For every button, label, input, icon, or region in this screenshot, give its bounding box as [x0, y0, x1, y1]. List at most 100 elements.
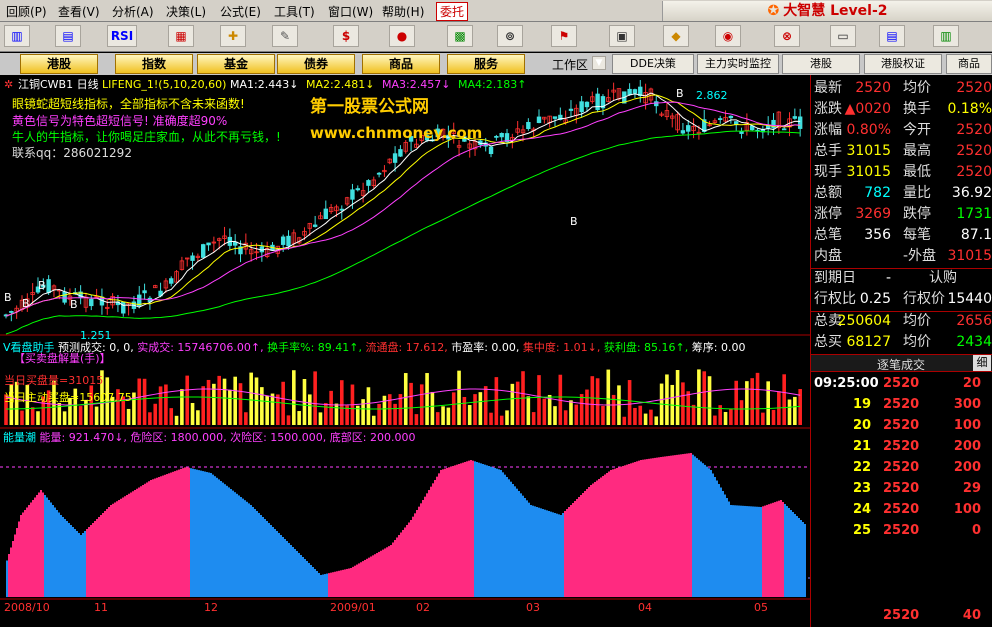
crosshair-icon[interactable]: ✚	[220, 25, 246, 47]
energy-bar	[488, 466, 490, 597]
energy-bar	[656, 457, 658, 597]
books-icon[interactable]: ▥	[933, 25, 959, 47]
energy-bar	[582, 493, 584, 597]
energy-bar	[228, 487, 230, 597]
energy-bar	[410, 520, 412, 597]
rsi-button[interactable]: RSI	[107, 25, 137, 47]
diamond-icon[interactable]: ◆	[663, 25, 689, 47]
energy-bar	[554, 513, 556, 597]
energy-bar	[514, 486, 516, 597]
energy-bar	[158, 477, 160, 597]
nav-index[interactable]: 指数	[115, 54, 193, 74]
energy-bar	[34, 497, 36, 597]
nav-dde[interactable]: DDE决策	[612, 54, 694, 74]
volume-bar	[537, 375, 541, 425]
energy-bar	[184, 467, 186, 597]
energy-bar	[774, 502, 776, 597]
ma1-label: MA1:2.443↓	[230, 78, 299, 91]
nav-service[interactable]: 服务	[447, 54, 525, 74]
energy-bar	[344, 569, 346, 597]
energy-bar	[476, 462, 478, 597]
vol-sub-title: 【买卖盘解量(手)】	[14, 352, 111, 365]
energy-bar	[378, 551, 380, 597]
energy-bar	[398, 535, 400, 597]
nav-hk-stock[interactable]: 港股	[20, 54, 98, 74]
energy-bar	[404, 527, 406, 597]
energy-bar	[680, 454, 682, 597]
grid-icon[interactable]: ▩	[447, 25, 473, 47]
nav-commodity-2[interactable]: 商品	[946, 54, 992, 74]
energy-bar	[138, 487, 140, 597]
energy-bar	[462, 462, 464, 597]
energy-bar	[734, 505, 736, 597]
nav-hk-warrant[interactable]: 港股权证	[864, 54, 942, 74]
volume-bar	[713, 415, 717, 425]
menu-tools[interactable]: 工具(T)	[274, 3, 315, 20]
energy-bar	[88, 527, 90, 597]
volume-bar	[292, 370, 296, 425]
energy-bar	[534, 506, 536, 597]
menu-window[interactable]: 窗口(W)	[328, 3, 373, 20]
indicator-icon[interactable]: ▦	[168, 25, 194, 47]
volume-bar	[771, 409, 776, 425]
candle-body	[728, 115, 734, 119]
nav-bond[interactable]: 债券	[277, 54, 355, 74]
volume-bar	[361, 399, 365, 425]
tick-detail-button[interactable]: 细	[973, 355, 991, 371]
signal-icon[interactable]: ●	[389, 25, 415, 47]
workspace-dropdown-icon[interactable]: ▼	[592, 56, 606, 70]
energy-bar	[702, 463, 704, 597]
menu-help[interactable]: 帮助(H)	[382, 3, 424, 20]
nav-hk-stock-2[interactable]: 港股	[782, 54, 860, 74]
dollar-icon[interactable]: $	[333, 25, 359, 47]
menu-formula[interactable]: 公式(E)	[220, 3, 261, 20]
binoculars-icon[interactable]: ⊚	[497, 25, 523, 47]
menu-analysis[interactable]: 分析(A)	[112, 3, 154, 20]
energy-bar	[644, 459, 646, 597]
menu-review[interactable]: 回顾(P)	[6, 3, 47, 20]
energy-bar	[54, 507, 56, 597]
energy-bar	[736, 505, 738, 597]
energy-bar	[684, 453, 686, 597]
energy-bar	[508, 479, 510, 597]
candle-body	[632, 89, 638, 94]
energy-bar	[434, 480, 436, 597]
energy-bar	[652, 458, 654, 597]
window-icon[interactable]: ▤	[879, 25, 905, 47]
energy-bar	[692, 454, 694, 597]
energy-bar	[606, 473, 608, 597]
energy-bar	[724, 494, 726, 597]
energy-bar	[364, 559, 366, 597]
menu-decision[interactable]: 决策(L)	[166, 3, 206, 20]
energy-bar	[414, 513, 416, 597]
entrust-button[interactable]: 委托	[436, 2, 469, 21]
kline-icon[interactable]: ▥	[4, 25, 30, 47]
energy-bar	[220, 481, 222, 597]
nav-fund[interactable]: 基金	[197, 54, 275, 74]
page-icon[interactable]: ▣	[609, 25, 635, 47]
nav-commodity[interactable]: 商品	[362, 54, 440, 74]
ma-param-label: LIFENG_1!(5,10,20,60)	[102, 78, 227, 91]
energy-bar	[570, 505, 572, 597]
stock-title: 江铜CWB1 日线	[18, 78, 99, 91]
board-icon[interactable]: ▭	[830, 25, 856, 47]
energy-bar	[164, 474, 166, 597]
energy-bar	[666, 456, 668, 597]
chart-area[interactable]: ✲ 江铜CWB1 日线 LIFENG_1!(5,10,20,60) MA1:2.…	[0, 75, 810, 627]
cycle-icon[interactable]: ◉	[715, 25, 741, 47]
chart-icon[interactable]: ▤	[55, 25, 81, 47]
brand-logo: ✪ 大智慧 Level-2	[662, 1, 992, 21]
energy-bar	[524, 498, 526, 597]
alert-icon[interactable]: ⊗	[774, 25, 800, 47]
energy-bar	[712, 473, 714, 597]
energy-bar	[620, 466, 622, 597]
ruler-icon[interactable]: ✎	[272, 25, 298, 47]
volume-bar	[20, 410, 24, 425]
flag-icon[interactable]: ⚑	[551, 25, 577, 47]
volume-bar	[515, 381, 520, 425]
tick-row: 2520 40	[883, 608, 981, 623]
nav-main-monitor[interactable]: 主力实时监控	[697, 54, 779, 74]
energy-bar	[784, 504, 786, 597]
menu-view[interactable]: 查看(V)	[58, 3, 100, 20]
energy-bar	[58, 512, 60, 597]
